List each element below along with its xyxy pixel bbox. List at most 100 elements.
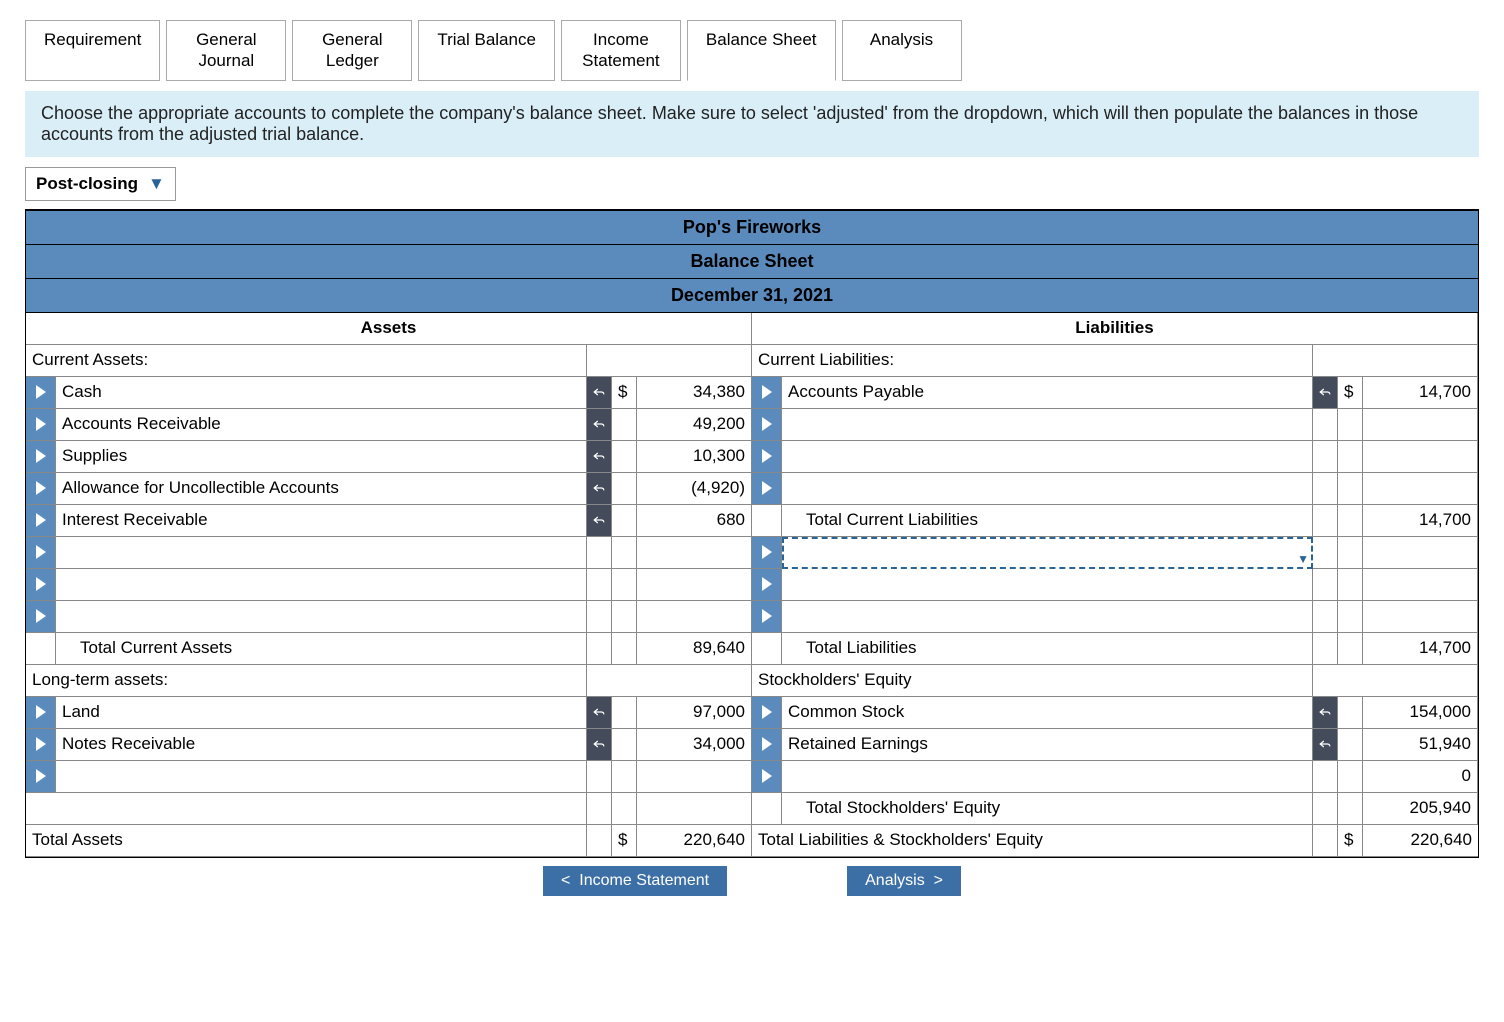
asset-account[interactable] bbox=[56, 537, 587, 569]
undo-icon[interactable] bbox=[587, 441, 612, 473]
row-selector-icon[interactable] bbox=[26, 409, 56, 441]
total-liab-equity-value: 220,640 bbox=[1363, 825, 1478, 857]
row-selector-icon[interactable] bbox=[26, 505, 56, 537]
tab-requirement[interactable]: Requirement bbox=[25, 20, 160, 81]
asset-account[interactable] bbox=[56, 761, 587, 793]
liability-value[interactable] bbox=[1363, 537, 1478, 569]
prev-label: Income Statement bbox=[579, 872, 709, 889]
tab-trial-balance[interactable]: Trial Balance bbox=[418, 20, 555, 81]
company-name: Pop's Fireworks bbox=[26, 211, 1478, 245]
asset-account[interactable] bbox=[56, 569, 587, 601]
liability-account[interactable] bbox=[782, 601, 1313, 633]
row-selector-icon[interactable] bbox=[752, 537, 782, 569]
tab-general-journal[interactable]: General Journal bbox=[166, 20, 286, 81]
liability-value[interactable] bbox=[1363, 409, 1478, 441]
undo-icon[interactable] bbox=[1313, 697, 1338, 729]
bottom-nav: < Income Statement Analysis > bbox=[25, 866, 1479, 896]
asset-value[interactable]: 680 bbox=[637, 505, 752, 537]
current-liabilities-label: Current Liabilities: bbox=[752, 345, 1313, 377]
total-current-liabilities-label: Total Current Liabilities bbox=[782, 505, 1313, 537]
active-dropdown-cell[interactable]: ▼ bbox=[782, 537, 1313, 569]
tab-general-ledger[interactable]: General Ledger bbox=[292, 20, 412, 81]
row-selector-icon[interactable] bbox=[752, 569, 782, 601]
asset-value[interactable]: 10,300 bbox=[637, 441, 752, 473]
tab-label: General Journal bbox=[196, 30, 256, 70]
asset-account[interactable]: Allowance for Uncollectible Accounts bbox=[56, 473, 587, 505]
undo-icon[interactable] bbox=[587, 505, 612, 537]
row-selector-icon[interactable] bbox=[26, 729, 56, 761]
asset-value[interactable]: 49,200 bbox=[637, 409, 752, 441]
asset-value[interactable] bbox=[637, 537, 752, 569]
total-current-assets-value: 89,640 bbox=[637, 633, 752, 665]
equity-value[interactable]: 154,000 bbox=[1363, 697, 1478, 729]
row-selector-icon[interactable] bbox=[752, 409, 782, 441]
total-liabilities-label: Total Liabilities bbox=[782, 633, 1313, 665]
row-selector-icon[interactable] bbox=[752, 729, 782, 761]
tab-balance-sheet[interactable]: Balance Sheet bbox=[687, 20, 836, 81]
asset-account[interactable]: Supplies bbox=[56, 441, 587, 473]
undo-icon[interactable] bbox=[587, 729, 612, 761]
row-selector-icon[interactable] bbox=[26, 473, 56, 505]
liability-value[interactable]: 14,700 bbox=[1363, 377, 1478, 409]
row-selector-icon[interactable] bbox=[752, 697, 782, 729]
row-selector-icon[interactable] bbox=[752, 473, 782, 505]
asset-account[interactable]: Interest Receivable bbox=[56, 505, 587, 537]
row-selector-icon[interactable] bbox=[26, 761, 56, 793]
undo-icon[interactable] bbox=[1313, 729, 1338, 761]
liability-value[interactable] bbox=[1363, 473, 1478, 505]
total-current-liabilities-value: 14,700 bbox=[1363, 505, 1478, 537]
row-selector-icon[interactable] bbox=[26, 697, 56, 729]
row-selector-icon[interactable] bbox=[26, 441, 56, 473]
row-selector-icon[interactable] bbox=[752, 601, 782, 633]
sheet-date: December 31, 2021 bbox=[26, 279, 1478, 313]
equity-account[interactable] bbox=[782, 761, 1313, 793]
asset-value[interactable]: 34,000 bbox=[637, 729, 752, 761]
liability-value[interactable] bbox=[1363, 441, 1478, 473]
row-selector-icon[interactable] bbox=[752, 441, 782, 473]
liability-account[interactable] bbox=[782, 473, 1313, 505]
row-selector-icon[interactable] bbox=[26, 601, 56, 633]
chevron-down-icon: ▼ bbox=[148, 174, 165, 194]
asset-value[interactable]: 97,000 bbox=[637, 697, 752, 729]
equity-value[interactable]: 51,940 bbox=[1363, 729, 1478, 761]
undo-icon[interactable] bbox=[587, 697, 612, 729]
undo-icon[interactable] bbox=[1313, 377, 1338, 409]
dollar-sign: $ bbox=[612, 377, 637, 409]
undo-icon[interactable] bbox=[587, 473, 612, 505]
dollar-sign: $ bbox=[1338, 825, 1363, 857]
liability-account[interactable]: Accounts Payable bbox=[782, 377, 1313, 409]
asset-value[interactable]: 34,380 bbox=[637, 377, 752, 409]
row-selector-icon[interactable] bbox=[26, 569, 56, 601]
sheet-title: Balance Sheet bbox=[26, 245, 1478, 279]
row-selector-icon[interactable] bbox=[26, 377, 56, 409]
tab-income-statement[interactable]: Income Statement bbox=[561, 20, 681, 81]
row-selector-icon[interactable] bbox=[752, 377, 782, 409]
tab-analysis[interactable]: Analysis bbox=[842, 20, 962, 81]
asset-account[interactable]: Land bbox=[56, 697, 587, 729]
undo-icon[interactable] bbox=[587, 377, 612, 409]
asset-account[interactable]: Accounts Receivable bbox=[56, 409, 587, 441]
equity-account[interactable]: Retained Earnings bbox=[782, 729, 1313, 761]
equity-account[interactable]: Common Stock bbox=[782, 697, 1313, 729]
total-liabilities-value: 14,700 bbox=[1363, 633, 1478, 665]
assets-header: Assets bbox=[26, 313, 752, 345]
asset-account[interactable] bbox=[56, 601, 587, 633]
liability-account[interactable] bbox=[782, 409, 1313, 441]
prev-button[interactable]: < Income Statement bbox=[543, 866, 727, 896]
next-label: Analysis bbox=[865, 872, 925, 889]
next-button[interactable]: Analysis > bbox=[847, 866, 961, 896]
tab-label: General Ledger bbox=[322, 30, 382, 70]
liabilities-header: Liabilities bbox=[752, 313, 1478, 345]
dollar-sign: $ bbox=[1338, 377, 1363, 409]
asset-account[interactable]: Notes Receivable bbox=[56, 729, 587, 761]
row-selector-icon[interactable] bbox=[752, 761, 782, 793]
tab-label: Income Statement bbox=[582, 30, 660, 70]
equity-value[interactable]: 0 bbox=[1363, 761, 1478, 793]
balance-source-dropdown[interactable]: Post-closing ▼ bbox=[25, 167, 176, 201]
row-selector-icon[interactable] bbox=[26, 537, 56, 569]
liability-account[interactable] bbox=[782, 569, 1313, 601]
undo-icon[interactable] bbox=[587, 409, 612, 441]
asset-account[interactable]: Cash bbox=[56, 377, 587, 409]
liability-account[interactable] bbox=[782, 441, 1313, 473]
asset-value[interactable]: (4,920) bbox=[637, 473, 752, 505]
